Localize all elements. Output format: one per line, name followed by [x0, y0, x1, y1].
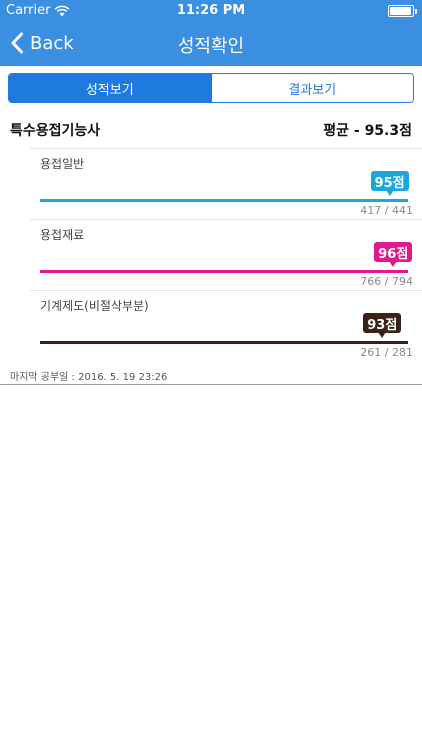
- subject-label: 용접일반: [40, 157, 85, 171]
- subject-item: 기계제도(비절삭부분) 93점 261 / 281: [30, 290, 422, 361]
- score-badge: 95점: [370, 171, 409, 196]
- navigation-header: Carrier 11:26 PM Back 성적확인: [0, 0, 422, 66]
- page-title: 성적확인: [177, 36, 245, 57]
- subject-item: 용접재료 96점 766 / 794: [30, 219, 422, 290]
- score-bar: [40, 199, 408, 202]
- tab-score-view[interactable]: 성적보기: [9, 74, 211, 102]
- divider: [0, 384, 422, 385]
- score-bar: [40, 341, 408, 344]
- segmented-control: 성적보기 결과보기: [8, 73, 414, 103]
- answer-count: 261 / 281: [360, 346, 413, 359]
- answer-count: 766 / 794: [360, 275, 413, 288]
- last-study-date: 마지막 공부일 : 2016. 5. 19 23:26: [10, 372, 168, 383]
- score-bar: [40, 270, 408, 273]
- subject-item: 용접일반 95점 417 / 441: [30, 148, 422, 219]
- exam-name: 특수용접기능사: [10, 123, 101, 139]
- battery-icon: [388, 5, 417, 17]
- subject-label: 기계제도(비절삭부분): [40, 299, 149, 313]
- tab-result-view[interactable]: 결과보기: [210, 74, 413, 102]
- subject-label: 용접재료: [40, 228, 85, 242]
- score-badge: 93점: [363, 313, 402, 338]
- score-badge: 96점: [374, 242, 413, 267]
- average-score: 평균 - 95.3점: [323, 123, 412, 139]
- status-bar: Carrier 11:26 PM: [0, 0, 422, 22]
- exam-summary: 특수용접기능사 평균 - 95.3점: [10, 118, 412, 142]
- answer-count: 417 / 441: [360, 204, 413, 217]
- status-time: 11:26 PM: [176, 3, 246, 18]
- subject-list: 용접일반 95점 417 / 441 용접재료 96점 766 / 794 기계…: [30, 148, 422, 361]
